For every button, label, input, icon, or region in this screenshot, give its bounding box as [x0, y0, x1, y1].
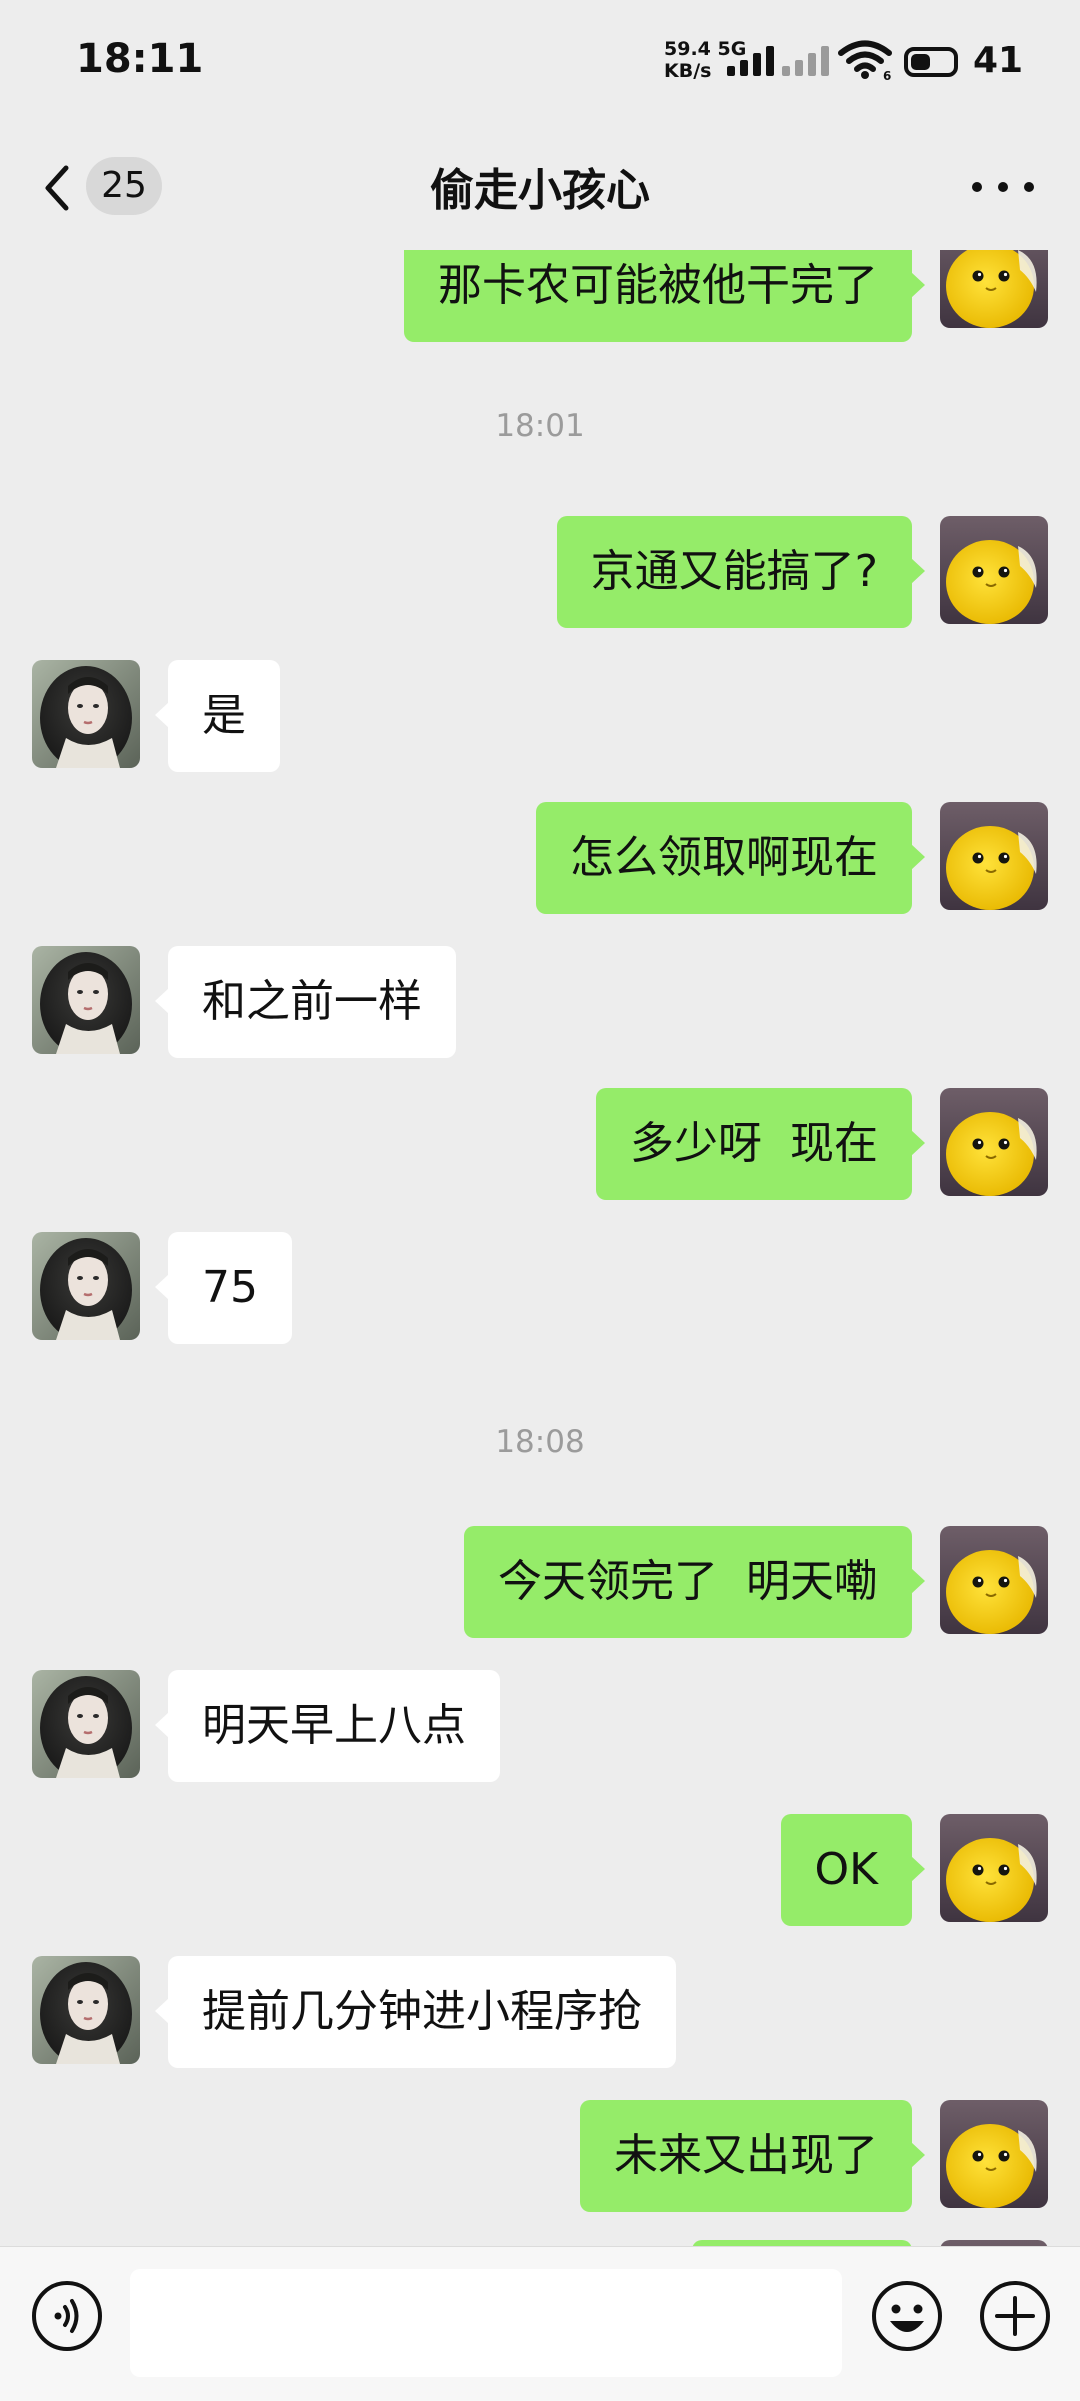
wifi-icon: 6 — [838, 40, 892, 80]
contact-message-bubble[interactable]: 提前几分钟进小程序抢 — [155, 1956, 676, 2068]
battery-level: 41 — [973, 40, 1024, 81]
contact-message-bubble[interactable]: 是 — [155, 660, 280, 772]
my-message-bubble[interactable]: OK — [780, 1814, 925, 1926]
input-bar — [0, 2246, 1080, 2401]
my-avatar[interactable] — [940, 516, 1048, 624]
girl-portrait-avatar-icon — [32, 660, 140, 768]
status-bar: 18:11 59.4 5G KB/s 6 41 — [0, 0, 1080, 126]
chat-header: 25 偷走小孩心 — [0, 126, 1080, 250]
signal-strength-2-icon — [782, 44, 829, 76]
contact-avatar[interactable] — [32, 660, 140, 768]
my-avatar[interactable] — [940, 802, 1048, 910]
contact-message-bubble[interactable]: 75 — [155, 1232, 292, 1344]
emoji-icon[interactable] — [870, 2279, 944, 2353]
message-input[interactable] — [130, 2269, 842, 2377]
status-time: 18:11 — [76, 36, 204, 82]
my-message-bubble[interactable]: 怎么领取啊现在 — [536, 802, 925, 914]
girl-portrait-avatar-icon — [32, 1956, 140, 2064]
battery-icon — [904, 47, 958, 77]
pikachu-avatar-icon — [940, 802, 1048, 910]
my-message-bubble[interactable]: 京通又能搞了? — [556, 516, 926, 628]
back-arrow-icon[interactable] — [34, 160, 90, 216]
girl-portrait-avatar-icon — [32, 1232, 140, 1340]
contact-message-bubble[interactable]: 和之前一样 — [155, 946, 456, 1058]
pikachu-avatar-icon — [940, 1814, 1048, 1922]
my-message-bubble[interactable]: 那卡农可能被他干完了 — [404, 250, 925, 342]
network-speed-unit: KB/s — [664, 60, 712, 82]
girl-portrait-avatar-icon — [32, 946, 140, 1054]
sim-2-label: 6 — [883, 69, 891, 80]
contact-avatar[interactable] — [32, 946, 140, 1054]
my-avatar[interactable] — [940, 2100, 1048, 2208]
voice-icon[interactable] — [30, 2279, 104, 2353]
unread-count-badge[interactable]: 25 — [86, 157, 162, 215]
contact-avatar[interactable] — [32, 1670, 140, 1778]
my-avatar[interactable] — [940, 1088, 1048, 1196]
pikachu-avatar-icon — [940, 1526, 1048, 1634]
my-message-bubble[interactable]: 今天领完了 明天嘞 — [464, 1526, 925, 1638]
girl-portrait-avatar-icon — [32, 1670, 140, 1778]
pikachu-avatar-icon — [940, 1088, 1048, 1196]
pikachu-avatar-icon — [940, 516, 1048, 624]
timestamp: 18:08 — [495, 1424, 585, 1460]
my-message-bubble[interactable]: 多少呀 现在 — [596, 1088, 925, 1200]
contact-message-bubble[interactable]: 明天早上八点 — [155, 1670, 500, 1782]
my-avatar[interactable] — [940, 1814, 1048, 1922]
message-list[interactable]: 那卡农可能被他干完了 18:01 京通又能搞了? 是 怎么领取啊现在 和之前一样… — [0, 250, 1080, 2246]
my-message-bubble[interactable]: 未来又出现了 — [580, 2100, 925, 2212]
signal-strength-icon — [727, 44, 774, 76]
my-avatar[interactable] — [940, 250, 1048, 328]
contact-avatar[interactable] — [32, 1232, 140, 1340]
timestamp: 18:01 — [495, 408, 585, 444]
plus-icon[interactable] — [978, 2279, 1052, 2353]
chat-title: 偷走小孩心 — [430, 165, 650, 216]
my-avatar[interactable] — [940, 1526, 1048, 1634]
more-options-icon[interactable] — [972, 182, 1034, 194]
network-speed-value: 59.4 — [664, 38, 711, 60]
pikachu-avatar-icon — [940, 250, 1048, 328]
contact-avatar[interactable] — [32, 1956, 140, 2064]
pikachu-avatar-icon — [940, 2100, 1048, 2208]
